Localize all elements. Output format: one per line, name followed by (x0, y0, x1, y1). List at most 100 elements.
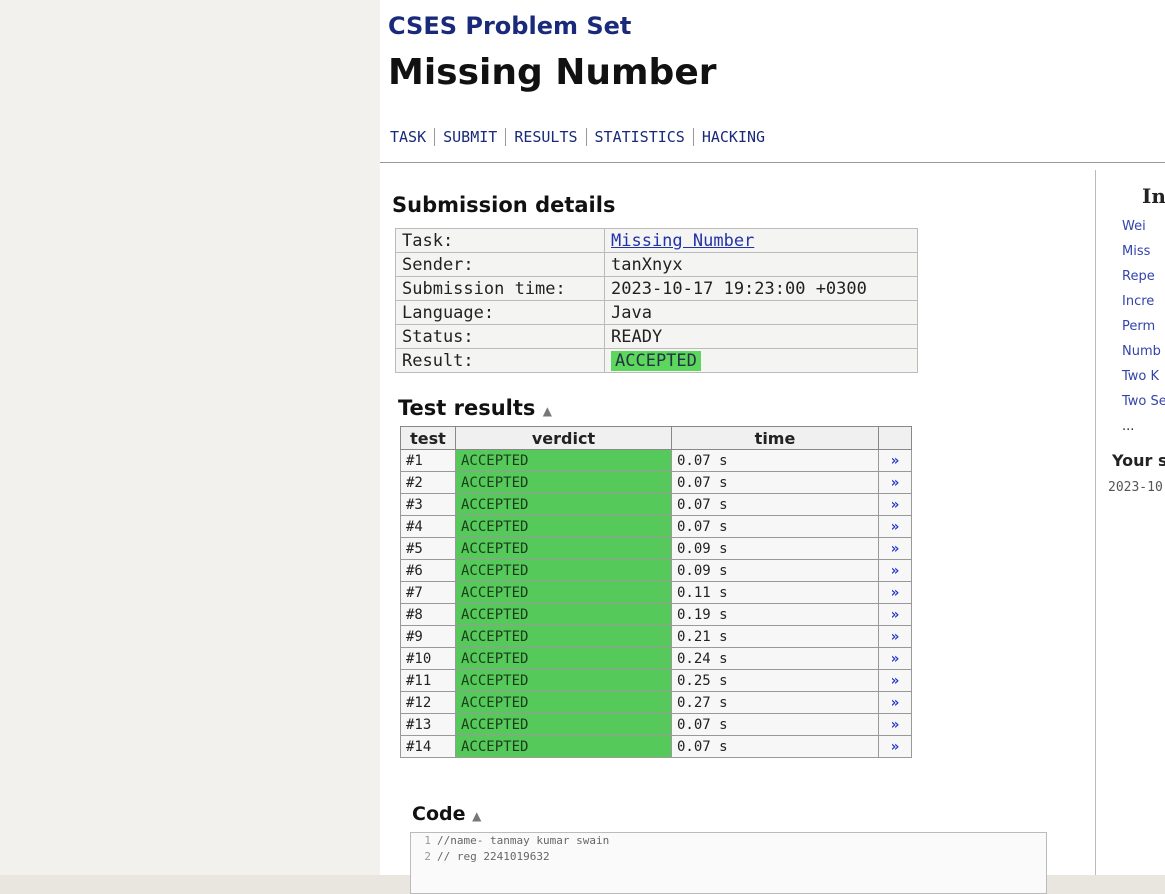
test-time: 0.19 s (671, 603, 879, 626)
test-number: #8 (400, 603, 456, 626)
view-test-icon[interactable]: » (891, 519, 899, 535)
column-header-test: test (400, 426, 456, 450)
column-header-link (878, 426, 912, 450)
detail-value: ACCEPTED (604, 348, 918, 373)
site-title[interactable]: CSES Problem Set (388, 12, 717, 40)
test-details-cell: » (878, 691, 912, 714)
test-rows: #1 ACCEPTED 0.07 s» #2 ACCEPTED 0.07 s» #3 ACCE… (400, 449, 912, 758)
test-verdict: ACCEPTED (455, 647, 672, 670)
sidebar-item[interactable]: Numb (1122, 339, 1165, 364)
test-verdict: ACCEPTED (455, 625, 672, 648)
view-test-icon[interactable]: » (891, 739, 899, 755)
collapse-arrow-icon[interactable]: ▲ (543, 404, 552, 418)
detail-row-result: Result: ACCEPTED (395, 348, 918, 373)
tab-hacking[interactable]: HACKING (694, 128, 773, 146)
sidebar-item-link[interactable]: Numb (1122, 344, 1161, 359)
table-row: #1 ACCEPTED 0.07 s » (400, 449, 912, 472)
sidebar-item[interactable]: Miss (1122, 239, 1165, 264)
test-time: 0.24 s (671, 647, 879, 670)
sidebar-item[interactable]: Wei (1122, 214, 1165, 239)
test-verdict: ACCEPTED (455, 713, 672, 736)
code-heading[interactable]: Code ▲ (412, 803, 481, 825)
sidebar-subheading: Your s (1112, 451, 1165, 470)
test-verdict: ACCEPTED (455, 691, 672, 714)
view-test-icon[interactable]: » (891, 453, 899, 469)
detail-key: Task: (395, 228, 605, 253)
test-details-cell: » (878, 581, 912, 604)
task-nav: TASK SUBMIT RESULTS STATISTICS HACKING (388, 128, 773, 146)
code-viewer[interactable]: 1 //name- tanmay kumar swain 2 // reg 22… (410, 832, 1047, 894)
test-details-cell: » (878, 603, 912, 626)
detail-key: Status: (395, 324, 605, 349)
table-row: #4 ACCEPTED 0.07 s » (400, 515, 912, 538)
view-test-icon[interactable]: » (891, 563, 899, 579)
test-number: #6 (400, 559, 456, 582)
view-test-icon[interactable]: » (891, 695, 899, 711)
table-row: #10 ACCEPTED 0.24 s » (400, 647, 912, 670)
collapse-arrow-icon[interactable]: ▲ (472, 809, 481, 823)
tab-results[interactable]: RESULTS (506, 128, 587, 146)
table-row: #13 ACCEPTED 0.07 s » (400, 713, 912, 736)
result-badge: ACCEPTED (611, 350, 701, 371)
view-test-icon[interactable]: » (891, 629, 899, 645)
sidebar-item[interactable]: Repe (1122, 264, 1165, 289)
test-time: 0.09 s (671, 537, 879, 560)
test-verdict: ACCEPTED (455, 735, 672, 758)
table-row: #6 ACCEPTED 0.09 s » (400, 559, 912, 582)
sidebar-item[interactable]: Incre (1122, 289, 1165, 314)
header: CSES Problem Set Missing Number (388, 12, 717, 93)
view-test-icon[interactable]: » (891, 585, 899, 601)
test-verdict: ACCEPTED (455, 669, 672, 692)
view-test-icon[interactable]: » (891, 673, 899, 689)
table-row: #11 ACCEPTED 0.25 s » (400, 669, 912, 692)
sidebar-item-link[interactable]: Wei (1122, 219, 1146, 234)
sidebar-item[interactable]: Perm (1122, 314, 1165, 339)
sidebar-item-link[interactable]: Perm (1122, 319, 1155, 334)
test-time: 0.07 s (671, 713, 879, 736)
table-row: #14 ACCEPTED 0.07 s » (400, 735, 912, 758)
view-test-icon[interactable]: » (891, 607, 899, 623)
test-verdict: ACCEPTED (455, 449, 672, 472)
test-details-cell: » (878, 647, 912, 670)
tab-statistics[interactable]: STATISTICS (587, 128, 694, 146)
test-verdict: ACCEPTED (455, 537, 672, 560)
test-verdict: ACCEPTED (455, 471, 672, 494)
test-time: 0.09 s (671, 559, 879, 582)
test-number: #7 (400, 581, 456, 604)
detail-value: Java (604, 300, 918, 325)
sidebar-item-link[interactable]: Repe (1122, 269, 1155, 284)
test-results-heading[interactable]: Test results ▲ (398, 396, 552, 420)
page: CSES Problem Set Missing Number TASK SUB… (0, 0, 1165, 894)
sidebar-date[interactable]: 2023-10 (1108, 480, 1165, 495)
detail-row-sender: Sender: tanXnyx (395, 252, 918, 277)
detail-row-status: Status: READY (395, 324, 918, 349)
view-test-icon[interactable]: » (891, 497, 899, 513)
sidebar-item-link[interactable]: Incre (1122, 294, 1154, 309)
tab-task[interactable]: TASK (388, 128, 436, 146)
test-number: #1 (400, 449, 456, 472)
tab-submit[interactable]: SUBMIT (435, 128, 507, 146)
sidebar-item[interactable]: Two K (1122, 364, 1165, 389)
view-test-icon[interactable]: » (891, 651, 899, 667)
test-number: #11 (400, 669, 456, 692)
test-time: 0.25 s (671, 669, 879, 692)
sidebar-item-link[interactable]: Two K (1122, 369, 1159, 384)
view-test-icon[interactable]: » (891, 541, 899, 557)
sidebar-item-link[interactable]: Miss (1122, 244, 1150, 259)
table-row: #3 ACCEPTED 0.07 s » (400, 493, 912, 516)
table-row: #9 ACCEPTED 0.21 s » (400, 625, 912, 648)
sidebar-item[interactable]: Two Se (1122, 389, 1165, 414)
code-label: Code (412, 803, 466, 825)
sidebar-item-link[interactable]: Two Se (1122, 394, 1165, 409)
code-line: 2 // reg 2241019632 (411, 849, 1046, 865)
test-details-cell: » (878, 537, 912, 560)
table-row: #12 ACCEPTED 0.27 s » (400, 691, 912, 714)
detail-key: Submission time: (395, 276, 605, 301)
view-test-icon[interactable]: » (891, 475, 899, 491)
task-link[interactable]: Missing Number (611, 231, 754, 251)
detail-row-language: Language: Java (395, 300, 918, 325)
submission-details-table: Task: Missing Number Sender: tanXnyx Sub… (395, 228, 918, 373)
detail-row-time: Submission time: 2023-10-17 19:23:00 +03… (395, 276, 918, 301)
view-test-icon[interactable]: » (891, 717, 899, 733)
test-number: #13 (400, 713, 456, 736)
